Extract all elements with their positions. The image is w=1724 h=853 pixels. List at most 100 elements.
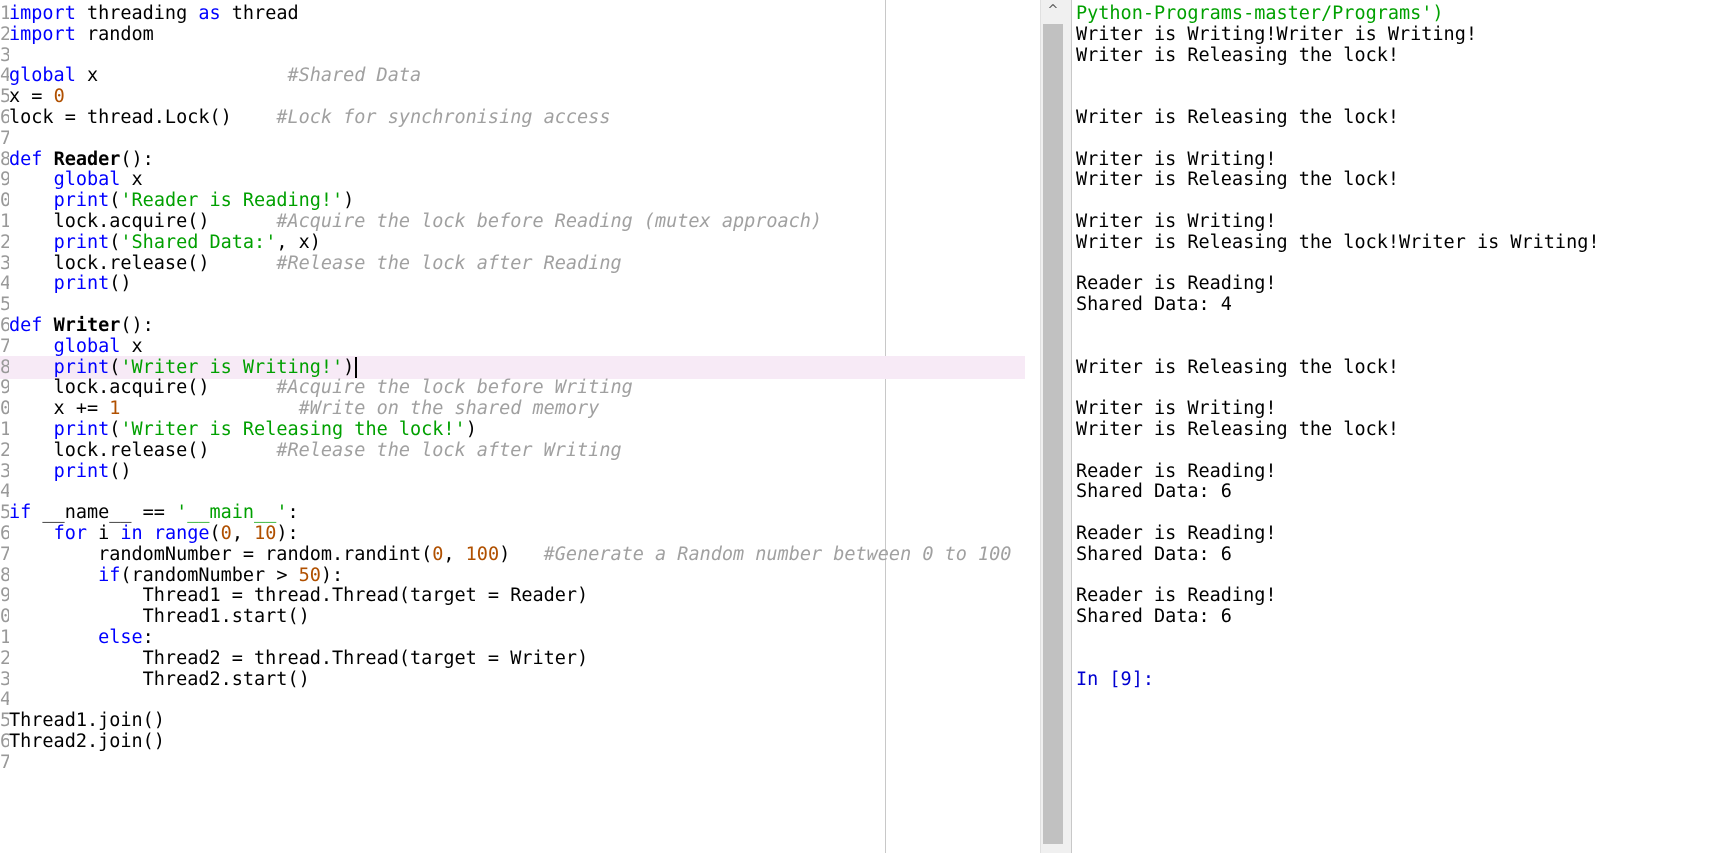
code-text: Thread1 = thread.Thread(target = Reader) [9, 584, 589, 607]
code-line[interactable]: 4 global x #Shared Data [0, 64, 1025, 87]
code-text: Thread2.join() [9, 730, 165, 753]
text-cursor [355, 356, 358, 378]
code-line[interactable]: 0 Thread1.start() [0, 605, 1025, 628]
code-line[interactable]: 6 lock = thread.Lock() #Lock for synchron… [0, 106, 1025, 129]
code-text: Thread1.join() [9, 709, 165, 732]
code-line[interactable]: 7 global x [0, 335, 1025, 358]
code-line[interactable]: 8 if(randomNumber > 50): [0, 564, 1025, 587]
console-output-line: Writer is Releasing the lock! [1076, 356, 1400, 378]
code-line[interactable]: 4 [0, 688, 1025, 711]
line-number: 5 [0, 294, 9, 316]
console-output-line: Shared Data: 6 [1076, 606, 1232, 628]
code-token: print [53, 273, 110, 295]
code-line[interactable]: 9 lock.acquire() #Acquire the lock befor… [0, 376, 1025, 399]
code-token: () [109, 460, 132, 482]
code-line[interactable]: 1 print('Writer is Releasing the lock!') [0, 418, 1025, 441]
code-token: global [9, 65, 76, 87]
code-line[interactable]: 2 Thread2 = thread.Thread(target = Write… [0, 647, 1025, 670]
code-line[interactable]: 4 print() [0, 272, 1025, 295]
scrollbar-thumb[interactable] [1043, 24, 1063, 844]
line-number: 3 [0, 44, 9, 66]
code-line[interactable]: 2 lock.release() #Release the lock after… [0, 439, 1025, 462]
line-number: 0 [0, 190, 9, 212]
code-token: : [287, 502, 299, 524]
code-token: (): [120, 148, 154, 170]
code-token: 0 [432, 543, 444, 565]
code-text: global x #Shared Data [9, 64, 421, 87]
code-token: x [75, 65, 288, 87]
code-token: print [53, 419, 110, 440]
code-line[interactable]: 3 [0, 44, 1025, 67]
code-line[interactable]: 7 randomNumber = random.randint(0, 100) … [0, 543, 1025, 566]
code-text: def Reader(): [9, 148, 154, 171]
console-output-line: Python-Programs-master/Programs') [1076, 3, 1444, 24]
line-number: 2 [0, 23, 9, 45]
line-number: 2 [0, 231, 9, 253]
console-output-line: Writer is Writing! [1076, 148, 1277, 170]
line-number: 4 [0, 65, 9, 87]
code-line[interactable]: 3 Thread2.start() [0, 668, 1025, 691]
code-line[interactable]: 5 if __name__ == '__main__': [0, 501, 1025, 524]
line-number: 1 [0, 419, 9, 440]
code-line[interactable]: 6 Thread2.join() [0, 730, 1025, 753]
code-line[interactable]: 4 [0, 480, 1025, 503]
code-token: ( [109, 231, 121, 253]
ipython-console[interactable]: Python-Programs-master/Programs') Writer … [1073, 0, 1724, 853]
code-token: #Release the lock after Reading [276, 252, 622, 274]
code-line[interactable]: 0 x += 1 #Write on the shared memory [0, 397, 1025, 420]
console-output-line: Shared Data: 6 [1076, 481, 1232, 503]
line-number: 1 [0, 211, 9, 232]
code-line[interactable]: 0 print('Reader is Reading!') [0, 189, 1025, 212]
code-line[interactable]: 2 print('Shared Data:', x) [0, 231, 1025, 254]
code-editor[interactable]: 1 import threading as thread 2 import rando… [0, 0, 1040, 853]
code-text: global x [9, 335, 143, 358]
code-text: print('Writer is Writing!') [9, 356, 358, 379]
line-number: 0 [0, 398, 9, 420]
code-line[interactable]: 9 global x [0, 168, 1025, 191]
line-number: 7 [0, 543, 9, 565]
code-text: Thread2.start() [9, 668, 310, 691]
code-text: Thread2 = thread.Thread(target = Writer) [9, 647, 589, 670]
code-line[interactable]: 7 [0, 127, 1025, 150]
code-line[interactable]: 8 def Reader(): [0, 148, 1025, 171]
code-token: else [98, 627, 143, 648]
code-line[interactable]: 7 [0, 751, 1025, 774]
code-line[interactable]: 1 else: [0, 626, 1025, 649]
line-number: 1 [0, 627, 9, 648]
pane-splitter[interactable] [1064, 0, 1072, 853]
code-line[interactable]: 5x = 0 [0, 85, 1025, 108]
code-text: lock.release() #Release the lock after W… [9, 439, 622, 462]
code-line[interactable]: 5 [0, 293, 1025, 316]
code-text: print() [9, 272, 132, 295]
code-line[interactable]: 1 import threading as thread [0, 2, 1025, 25]
code-line[interactable]: 8 print('Writer is Writing!') [0, 355, 1025, 379]
code-text: Thread1.start() [9, 605, 310, 628]
line-number: 6 [0, 523, 9, 544]
code-token: global [53, 169, 121, 191]
code-token: x [120, 169, 143, 191]
code-line[interactable]: 2 import random [0, 23, 1025, 46]
code-line[interactable]: 6 def Writer(): [0, 314, 1025, 337]
scroll-up-icon[interactable]: ^ [1041, 0, 1065, 22]
code-line[interactable]: 3 lock.release() #Release the lock after… [0, 252, 1025, 275]
code-token: ( [109, 190, 121, 212]
code-line[interactable]: 3 print() [0, 460, 1025, 483]
editor-scrollbar[interactable]: ^ [1040, 0, 1064, 853]
code-line[interactable]: 1 lock.acquire() #Acquire the lock befor… [0, 210, 1025, 233]
code-token: ( [209, 523, 221, 544]
code-token: thread [220, 3, 299, 24]
code-line[interactable]: 5 Thread1.join() [0, 709, 1025, 732]
code-token: ): [276, 523, 299, 544]
code-token: 1 [109, 398, 121, 420]
line-number: 6 [0, 731, 9, 752]
code-token: 'Reader is Reading!' [120, 190, 344, 212]
code-token: print [53, 190, 110, 212]
code-line[interactable]: 9 Thread1 = thread.Thread(target = Reade… [0, 584, 1025, 607]
code-line[interactable]: 6 for i in range(0, 10): [0, 522, 1025, 545]
code-token: Thread2.join() [9, 731, 165, 752]
code-token: 0 [220, 523, 232, 544]
code-token: #Acquire the lock before Reading (mutex … [276, 211, 823, 232]
